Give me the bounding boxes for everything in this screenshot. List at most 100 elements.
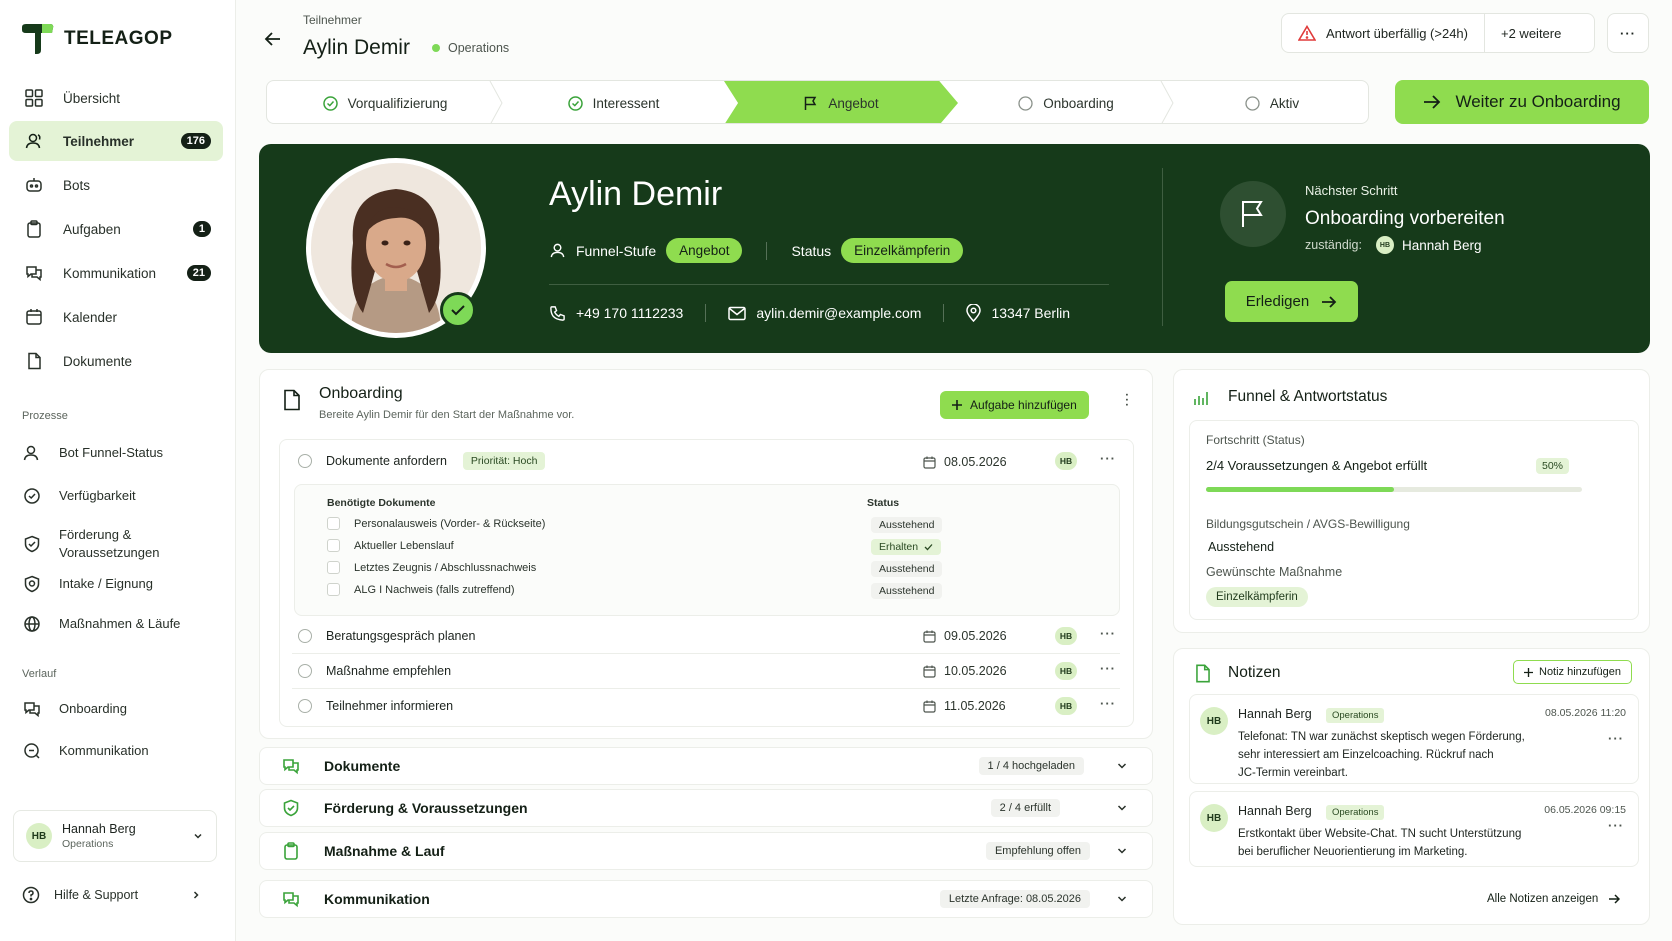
process-item-bot-funnel-status[interactable]: Bot Funnel-Status [9, 444, 223, 462]
complete-step-button[interactable]: Erledigen [1225, 281, 1358, 322]
back-arrow-icon[interactable] [264, 30, 282, 48]
document-checkbox[interactable] [327, 561, 340, 574]
history-label: Kommunikation [59, 743, 149, 758]
clock-check-icon [23, 487, 41, 505]
status-header: Status [867, 497, 900, 509]
phone-number[interactable]: +49 170 1112233 [576, 305, 683, 321]
task-due-date: 11.05.2026 [923, 699, 1006, 713]
step-aktiv[interactable]: Aktiv [1174, 81, 1368, 123]
document-icon [25, 352, 43, 370]
assignee-avatar: HB [1055, 662, 1077, 680]
process-item-intake[interactable]: Intake / Eignung [9, 575, 223, 593]
nav-item-dokumente[interactable]: Dokumente [9, 341, 223, 381]
divider [943, 304, 945, 322]
overdue-alert[interactable]: Antwort überfällig (>24h) [1282, 14, 1485, 52]
task-checkbox[interactable] [298, 454, 312, 468]
section-heading: Verlauf [22, 668, 57, 680]
history-item-kommunikation[interactable]: Kommunikation [9, 742, 223, 760]
task-menu-icon[interactable]: ··· [1100, 626, 1116, 641]
accordion-foerderung[interactable]: Förderung & Voraussetzungen 2 / 4 erfüll… [259, 789, 1153, 827]
task-menu-icon[interactable]: ··· [1100, 451, 1116, 466]
bar-chart-icon [1193, 390, 1209, 406]
add-note-button[interactable]: Notiz hinzufügen [1513, 660, 1632, 684]
status-badge: Einzelkämpferin [841, 238, 964, 263]
step-vorqualifizierung[interactable]: Vorqualifizierung [267, 81, 503, 123]
document-checkbox[interactable] [327, 517, 340, 530]
note-item[interactable]: HB Hannah Berg Operations 08.05.2026 11:… [1189, 694, 1639, 784]
task-checkbox[interactable] [298, 629, 312, 643]
document-row: Aktueller Lebenslauf [327, 539, 454, 552]
avatar: HB [1200, 707, 1228, 735]
chevron-down-icon [192, 830, 204, 842]
funnel-status-row: Funnel-Stufe Angebot Status Einzelkämpfe… [549, 238, 964, 263]
accordion-badge: Empfehlung offen [985, 842, 1090, 860]
brand-logo[interactable]: TELEAGOP [22, 24, 173, 54]
task-checkbox[interactable] [298, 699, 312, 713]
note-menu-icon[interactable]: ··· [1608, 818, 1624, 833]
assignee-avatar: HB [1055, 697, 1077, 715]
help-support-link[interactable]: Hilfe & Support [22, 886, 202, 904]
note-item[interactable]: HB Hannah Berg Operations 06.05.2026 09:… [1189, 791, 1639, 867]
add-task-button[interactable]: Aufgabe hinzufügen [940, 391, 1089, 419]
button-label: Erledigen [1245, 293, 1310, 310]
breadcrumb[interactable]: Teilnehmer [303, 13, 362, 27]
measure-badge: Einzelkämpferin [1206, 587, 1308, 607]
process-item-foerderung[interactable]: Förderung & Voraussetzungen [9, 526, 189, 562]
nav-item-aufgaben[interactable]: Aufgaben 1 [9, 209, 223, 249]
user-role: Operations [62, 838, 114, 850]
task-due-date: 10.05.2026 [923, 664, 1007, 678]
accordion-dokumente[interactable]: Dokumente 1 / 4 hochgeladen [259, 747, 1153, 785]
process-item-verfuegbarkeit[interactable]: Verfügbarkeit [9, 487, 223, 505]
brand-name: TELEAGOP [64, 28, 173, 49]
task-title: Teilnehmer informieren [326, 699, 454, 713]
step-angebot[interactable]: Angebot [724, 81, 958, 123]
step-interessent[interactable]: Interessent [503, 81, 724, 123]
document-status: Ausstehend [871, 517, 943, 533]
document-row: Personalausweis (Vorder- & Rückseite) [327, 517, 545, 530]
status-dot [432, 44, 440, 52]
required-documents: Benötigte Dokumente Status Personalauswe… [294, 484, 1120, 616]
task-checkbox[interactable] [298, 664, 312, 678]
kebab-menu-icon[interactable]: ··· [1120, 393, 1134, 408]
accordion-title: Kommunikation [324, 891, 430, 907]
document-name: Aktueller Lebenslauf [354, 539, 454, 552]
funnel-title: Funnel & Antwortstatus [1228, 388, 1388, 405]
accordion-massnahme[interactable]: Maßnahme & Lauf Empfehlung offen [259, 832, 1153, 870]
document-checkbox[interactable] [327, 583, 340, 596]
step-onboarding[interactable]: Onboarding [958, 81, 1174, 123]
date-text: 11.05.2026 [944, 699, 1006, 713]
nav-item-kommunikation[interactable]: Kommunikation 21 [9, 253, 223, 293]
check-circle-icon [322, 95, 338, 111]
process-item-massnahmen[interactable]: Maßnahmen & Läufe [9, 615, 223, 633]
chevron-down-icon [1116, 893, 1128, 905]
note-line: bei beruflicher Neuorientierung im Marke… [1238, 846, 1468, 858]
note-menu-icon[interactable]: ··· [1608, 731, 1624, 746]
task-menu-icon[interactable]: ··· [1100, 661, 1116, 676]
accordion-kommunikation[interactable]: Kommunikation Letzte Anfrage: 08.05.2026 [259, 880, 1153, 918]
email-address[interactable]: aylin.demir@example.com [756, 305, 921, 321]
user-switcher[interactable]: HB Hannah Berg Operations [13, 810, 217, 862]
history-item-onboarding[interactable]: Onboarding [9, 700, 223, 718]
phone-icon [549, 305, 566, 322]
all-notes-link[interactable]: Alle Notizen anzeigen [1487, 893, 1621, 905]
process-label: Intake / Eignung [59, 576, 153, 591]
alert-text: Antwort überfällig (>24h) [1326, 25, 1468, 41]
task-menu-icon[interactable]: ··· [1100, 696, 1116, 711]
alert-banner[interactable]: Antwort überfällig (>24h) +2 weitere [1281, 13, 1595, 53]
assignee-avatar: HB [1055, 452, 1077, 470]
owner-label: zuständig: [1305, 238, 1362, 252]
document-checkbox[interactable] [327, 539, 340, 552]
note-text: Telefonat: TN war zunächst skeptisch weg… [1238, 728, 1525, 782]
continue-onboarding-button[interactable]: Weiter zu Onboarding [1395, 80, 1649, 124]
nav-item-uebersicht[interactable]: Übersicht [9, 78, 223, 118]
more-alerts-button[interactable]: +2 weitere [1485, 26, 1577, 41]
process-label: Bot Funnel-Status [59, 445, 164, 460]
nav-item-teilnehmer[interactable]: Teilnehmer 176 [9, 121, 223, 161]
nav-item-bots[interactable]: Bots [9, 165, 223, 205]
progress-label: Fortschritt (Status) [1206, 433, 1305, 447]
nav-item-kalender[interactable]: Kalender [9, 297, 223, 337]
divider [1162, 168, 1163, 326]
step-label: Angebot [828, 95, 879, 111]
date-text: 10.05.2026 [944, 664, 1007, 678]
more-options-button[interactable]: ··· [1607, 13, 1649, 53]
